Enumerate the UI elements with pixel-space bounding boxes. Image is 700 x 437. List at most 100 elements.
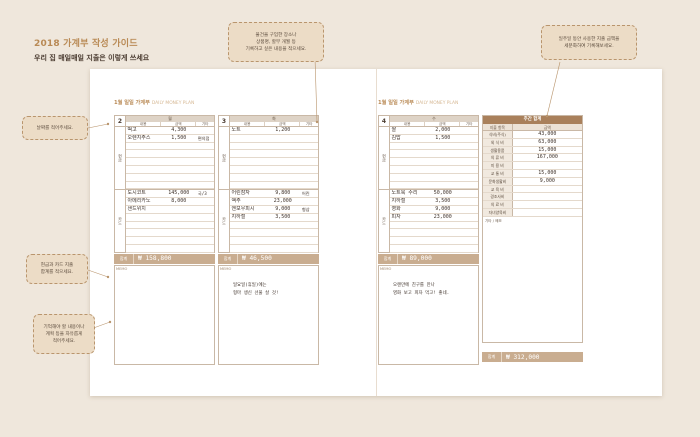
row-item[interactable]: 지하철 bbox=[390, 198, 425, 205]
row-item[interactable]: 피자 bbox=[390, 214, 425, 221]
card-row[interactable]: 엔보우피시 9,000 형삼 bbox=[230, 206, 318, 214]
day-total-value[interactable]: ₩ 46,500 bbox=[238, 255, 319, 262]
row-item[interactable] bbox=[126, 143, 161, 150]
row-note[interactable] bbox=[300, 158, 318, 165]
row-item[interactable] bbox=[230, 135, 265, 142]
row-amount[interactable]: 8,000 bbox=[161, 198, 196, 205]
row-note[interactable] bbox=[460, 222, 478, 229]
weekly-row[interactable]: 생활용품 15,000 bbox=[483, 146, 582, 155]
row-amount[interactable] bbox=[265, 143, 300, 150]
card-row[interactable]: 피자 23,000 bbox=[390, 214, 478, 222]
weekly-row[interactable]: 외 식 비 63,000 bbox=[483, 138, 582, 147]
day-memo[interactable]: MEMO bbox=[114, 264, 215, 365]
weekly-row[interactable]: 의 류 비 167,000 bbox=[483, 154, 582, 163]
card-row[interactable] bbox=[230, 222, 318, 230]
row-item[interactable]: 어린잠자 bbox=[230, 190, 265, 197]
row-item[interactable] bbox=[230, 237, 265, 244]
row-note[interactable] bbox=[196, 229, 214, 236]
cash-row[interactable] bbox=[126, 166, 214, 174]
cash-row[interactable]: 노트 1,200 bbox=[230, 127, 318, 135]
row-amount[interactable] bbox=[265, 158, 300, 165]
day-total-value[interactable]: ₩ 158,800 bbox=[134, 255, 215, 262]
row-amount[interactable]: 9,800 bbox=[265, 190, 300, 197]
row-amount[interactable] bbox=[265, 174, 300, 181]
row-amount[interactable] bbox=[161, 174, 196, 181]
cash-row[interactable] bbox=[230, 150, 318, 159]
weekly-row-amount[interactable]: 167,000 bbox=[513, 154, 582, 161]
cash-row[interactable] bbox=[230, 135, 318, 143]
row-amount[interactable] bbox=[265, 182, 300, 189]
row-item[interactable] bbox=[390, 166, 425, 173]
weekly-row-amount[interactable] bbox=[513, 186, 582, 193]
row-amount[interactable]: 145,000 bbox=[161, 190, 196, 197]
card-row[interactable]: 아메리카노 8,000 bbox=[126, 198, 214, 206]
row-amount[interactable] bbox=[161, 245, 196, 252]
row-item[interactable]: 오렌지주스 bbox=[126, 135, 161, 142]
row-amount[interactable]: 1,500 bbox=[161, 135, 196, 142]
cash-row[interactable]: 떡고 4,300 bbox=[126, 127, 214, 135]
row-amount[interactable] bbox=[425, 245, 460, 252]
memo-text[interactable]: 일요일(휴일)에는 형마 생신 선물 살 것! bbox=[233, 282, 279, 298]
weekly-row-amount[interactable]: 15,000 bbox=[513, 170, 582, 177]
weekly-row-amount[interactable] bbox=[513, 201, 582, 208]
row-item[interactable] bbox=[126, 214, 161, 221]
weekly-row[interactable]: 식비(주식) 43,000 bbox=[483, 131, 582, 139]
row-amount[interactable] bbox=[161, 206, 196, 213]
row-amount[interactable] bbox=[425, 229, 460, 236]
card-row[interactable]: 지하철 3,500 bbox=[230, 214, 318, 222]
row-amount[interactable] bbox=[265, 135, 300, 142]
row-item[interactable]: 도시코트 bbox=[126, 190, 161, 197]
row-amount[interactable]: 50,000 bbox=[425, 190, 460, 197]
cash-row[interactable] bbox=[390, 182, 478, 190]
row-note[interactable] bbox=[460, 127, 478, 134]
card-row[interactable]: 어린잠자 9,800 어린 bbox=[230, 190, 318, 199]
row-note[interactable] bbox=[300, 229, 318, 236]
card-row[interactable]: 영화 9,000 bbox=[390, 206, 478, 214]
weekly-row-amount[interactable]: 15,000 bbox=[513, 147, 582, 154]
row-item[interactable] bbox=[230, 166, 265, 173]
row-item[interactable] bbox=[126, 166, 161, 173]
row-note[interactable] bbox=[460, 150, 478, 157]
row-item[interactable] bbox=[126, 222, 161, 229]
cash-row[interactable] bbox=[230, 158, 318, 166]
row-amount[interactable] bbox=[425, 182, 460, 189]
cash-row[interactable] bbox=[230, 143, 318, 151]
row-amount[interactable] bbox=[265, 150, 300, 157]
row-note[interactable]: 형삼 bbox=[300, 206, 318, 213]
row-amount[interactable]: 3,500 bbox=[425, 198, 460, 205]
row-item[interactable] bbox=[230, 222, 265, 229]
row-note[interactable] bbox=[196, 237, 214, 244]
row-item[interactable] bbox=[390, 143, 425, 150]
row-note[interactable] bbox=[196, 206, 214, 213]
cash-row[interactable]: 김밥 1,500 bbox=[390, 135, 478, 143]
card-row[interactable] bbox=[230, 229, 318, 238]
row-item[interactable] bbox=[126, 182, 161, 189]
row-item[interactable]: 노트북 수리 bbox=[390, 190, 425, 197]
row-item[interactable] bbox=[390, 182, 425, 189]
row-item[interactable] bbox=[390, 174, 425, 181]
card-row[interactable]: 노트북 수리 50,000 bbox=[390, 190, 478, 199]
row-amount[interactable] bbox=[265, 237, 300, 244]
cash-row[interactable] bbox=[230, 174, 318, 182]
weekly-row-amount[interactable]: 63,000 bbox=[513, 139, 582, 146]
row-note[interactable] bbox=[196, 127, 214, 134]
row-note[interactable] bbox=[196, 143, 214, 150]
row-item[interactable] bbox=[126, 237, 161, 244]
row-amount[interactable]: 23,000 bbox=[425, 214, 460, 221]
row-item[interactable] bbox=[230, 229, 265, 236]
row-note[interactable] bbox=[300, 135, 318, 142]
weekly-row[interactable]: 의 료 비 bbox=[483, 201, 582, 209]
cash-row[interactable] bbox=[390, 150, 478, 159]
weekly-row[interactable]: 문화생활비 9,000 bbox=[483, 177, 582, 186]
row-item[interactable] bbox=[230, 150, 265, 157]
row-item[interactable] bbox=[126, 158, 161, 165]
row-note[interactable] bbox=[460, 190, 478, 197]
cash-row[interactable] bbox=[390, 143, 478, 151]
row-item[interactable] bbox=[126, 245, 161, 252]
row-note[interactable] bbox=[460, 158, 478, 165]
row-amount[interactable] bbox=[265, 245, 300, 252]
day-memo[interactable]: MEMO 일요일(휴일)에는 형마 생신 선물 살 것! bbox=[218, 264, 319, 365]
row-note[interactable] bbox=[460, 166, 478, 173]
weekly-row[interactable]: 경조사비 bbox=[483, 193, 582, 202]
row-note[interactable] bbox=[196, 214, 214, 221]
